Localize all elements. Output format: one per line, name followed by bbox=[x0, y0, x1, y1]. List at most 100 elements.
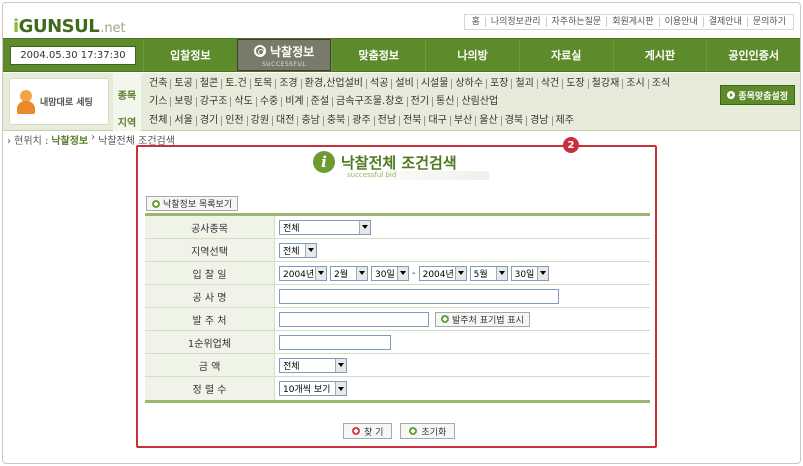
page-subtitle: successful bid bbox=[346, 171, 489, 180]
date-from-year-select[interactable]: 2004년 bbox=[279, 265, 327, 281]
nav-custom-info[interactable]: 맞춤정보 bbox=[331, 39, 425, 71]
type-select[interactable]: 전체 bbox=[279, 219, 371, 235]
breadcrumb-section[interactable]: 낙찰정보 bbox=[51, 132, 88, 147]
type-item[interactable]: 삭도 bbox=[230, 97, 255, 107]
toplink-faq[interactable]: 자주하는질문 bbox=[545, 17, 607, 27]
region-item[interactable]: 경기 bbox=[195, 116, 221, 126]
type-item[interactable]: 조식 bbox=[647, 79, 673, 89]
page-title: i 낙찰전체 조건검색 bbox=[313, 151, 457, 173]
date-from-month-select[interactable]: 2월 bbox=[330, 265, 368, 281]
type-item[interactable]: 상하수 bbox=[451, 79, 486, 89]
award-list-button[interactable]: 낙찰정보 목록보기 bbox=[146, 196, 239, 211]
region-item[interactable]: 경북 bbox=[500, 116, 526, 126]
custom-setting-button[interactable]: 내맘대로 세팅 bbox=[9, 78, 109, 125]
type-item[interactable]: 시설물 bbox=[416, 79, 452, 89]
client-field-label: 발 주 처 bbox=[145, 308, 275, 330]
type-item[interactable]: 건축 bbox=[146, 79, 170, 89]
type-item[interactable]: 전기 bbox=[406, 97, 432, 107]
type-item[interactable]: 설비 bbox=[391, 79, 416, 89]
date-separator: - bbox=[412, 267, 416, 279]
type-custom-set-label: 종목맞춤설정 bbox=[738, 91, 788, 102]
toplink-contact[interactable]: 문의하기 bbox=[746, 17, 791, 27]
client-notation-button[interactable]: 발주처 표기법 표시 bbox=[435, 311, 530, 327]
type-item[interactable]: 토공 bbox=[170, 79, 195, 89]
type-item[interactable]: 보링 bbox=[170, 97, 195, 107]
type-item[interactable]: 토.건 bbox=[221, 79, 250, 89]
type-item[interactable]: 도장 bbox=[562, 79, 587, 89]
toplink-member-board[interactable]: 회원게시판 bbox=[606, 17, 658, 27]
nav-my-room[interactable]: 나의방 bbox=[425, 39, 519, 71]
type-item[interactable]: 산림산업 bbox=[457, 97, 501, 107]
region-item[interactable]: 부산 bbox=[449, 116, 475, 126]
toplink-home[interactable]: 홈 bbox=[467, 17, 485, 27]
type-item[interactable]: 환경,산업설비 bbox=[300, 79, 366, 89]
toplink-guide[interactable]: 이용안내 bbox=[658, 17, 703, 27]
type-item[interactable]: 강구조 bbox=[195, 97, 231, 107]
type-item[interactable]: 석공 bbox=[366, 79, 391, 89]
region-item[interactable]: 충북 bbox=[322, 116, 348, 126]
form-actions: 찾 기 초기화 bbox=[343, 423, 456, 439]
region-item[interactable]: 충남 bbox=[297, 116, 322, 126]
nav-library[interactable]: 자료실 bbox=[518, 39, 613, 71]
winner-input[interactable] bbox=[279, 334, 391, 350]
nav-bid-info[interactable]: 입찰정보 bbox=[143, 39, 237, 71]
type-item[interactable]: 기스 bbox=[146, 97, 170, 107]
sort-select[interactable]: 10개씩 보기 bbox=[279, 381, 347, 396]
amount-select[interactable]: 전체 bbox=[279, 357, 347, 373]
site-logo[interactable]: iGUNSUL .net bbox=[13, 13, 126, 37]
region-item[interactable]: 대전 bbox=[272, 116, 297, 126]
region-item[interactable]: 전남 bbox=[373, 116, 399, 126]
nav-award-info[interactable]: 낙찰정보 SUCCESSFUL bbox=[236, 39, 332, 71]
date-to-year-select[interactable]: 2004년 bbox=[418, 265, 467, 281]
chevron-down-icon bbox=[356, 266, 367, 280]
type-item[interactable]: 조경 bbox=[275, 79, 300, 89]
chevron-down-icon bbox=[305, 243, 316, 257]
date-from-day-select[interactable]: 30일 bbox=[371, 265, 409, 281]
logo-mark: iGUNSUL bbox=[13, 16, 100, 37]
toplink-my-info[interactable]: 나의정보관리 bbox=[484, 17, 546, 27]
region-item[interactable]: 전체 bbox=[146, 116, 170, 126]
nav-certificate[interactable]: 공인인증서 bbox=[706, 39, 800, 71]
region-item[interactable]: 인천 bbox=[221, 116, 246, 126]
type-item[interactable]: 포장 bbox=[486, 79, 511, 89]
type-item[interactable]: 삭건 bbox=[536, 79, 562, 89]
form-row-winner: 1순위업체 bbox=[145, 331, 650, 354]
project-name-input[interactable] bbox=[279, 288, 559, 304]
type-custom-set-button[interactable]: 종목맞춤설정 bbox=[720, 85, 795, 105]
toplink-payment[interactable]: 결제안내 bbox=[702, 17, 747, 27]
date-to-month-select[interactable]: 5월 bbox=[469, 265, 508, 281]
plus-icon bbox=[152, 199, 160, 208]
form-row-date: 입 찰 일 2004년 2월 30일 - 2004년 5월 30일 bbox=[145, 262, 650, 285]
region-item[interactable]: 울산 bbox=[475, 116, 500, 126]
search-button[interactable]: 찾 기 bbox=[343, 423, 393, 439]
region-item[interactable]: 서울 bbox=[170, 116, 195, 126]
type-item[interactable]: 비계 bbox=[281, 97, 306, 107]
form-row-client: 발 주 처 발주처 표기법 표시 bbox=[145, 308, 650, 331]
type-item[interactable]: 수중 bbox=[255, 97, 281, 107]
region-item[interactable]: 강원 bbox=[246, 116, 272, 126]
logo-domain: .net bbox=[100, 21, 126, 36]
type-item[interactable]: 철괴 bbox=[511, 79, 536, 89]
region-item[interactable]: 경남 bbox=[526, 116, 551, 126]
winner-field-label: 1순위업체 bbox=[145, 331, 275, 353]
client-input[interactable] bbox=[279, 311, 429, 327]
type-item[interactable]: 준설 bbox=[306, 97, 332, 107]
date-to-day-select[interactable]: 30일 bbox=[510, 265, 549, 281]
type-item[interactable]: 금속구조물.창호 bbox=[332, 97, 407, 107]
type-item[interactable]: 철콘 bbox=[195, 79, 221, 89]
type-item[interactable]: 철강재 bbox=[587, 79, 623, 89]
region-item[interactable]: 광주 bbox=[348, 116, 373, 126]
arrow-circle-icon bbox=[727, 91, 736, 99]
region-select[interactable]: 전체 bbox=[279, 242, 317, 258]
type-item[interactable]: 조시 bbox=[622, 79, 647, 89]
nav-board[interactable]: 게시판 bbox=[612, 39, 707, 71]
region-item[interactable]: 대구 bbox=[424, 116, 449, 126]
type-label: 종목 bbox=[117, 91, 137, 102]
region-item[interactable]: 전북 bbox=[399, 116, 424, 126]
type-item[interactable]: 토목 bbox=[249, 79, 275, 89]
page-title-text: 낙찰전체 조건검색 bbox=[341, 153, 457, 172]
type-item[interactable]: 통신 bbox=[432, 97, 457, 107]
reset-button-label: 초기화 bbox=[421, 427, 447, 438]
reset-button[interactable]: 초기화 bbox=[400, 423, 456, 439]
region-item[interactable]: 제주 bbox=[551, 116, 577, 126]
